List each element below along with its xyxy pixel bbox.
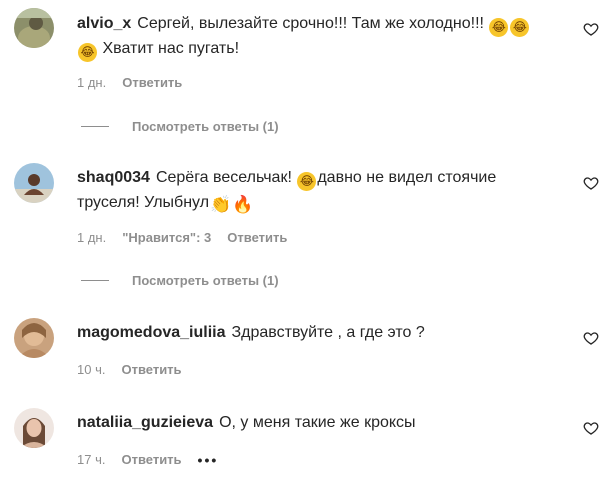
username[interactable]: magomedova_iuliia <box>77 324 226 341</box>
view-replies-button[interactable]: Посмотреть ответы (1) <box>81 119 279 134</box>
username[interactable]: shaq0034 <box>77 169 150 186</box>
comment-text: nataliia_guzieieva О, у меня такие же кро… <box>77 411 555 435</box>
timestamp: 1 дн. <box>77 230 107 245</box>
comment-meta: 10 ч. Ответить <box>77 362 198 378</box>
avatar-image <box>14 408 54 448</box>
view-replies-button[interactable]: Посмотреть ответы (1) <box>81 273 279 288</box>
divider <box>81 126 109 127</box>
more-options-icon[interactable]: ••• <box>198 452 219 468</box>
reply-button[interactable]: Ответить <box>121 452 181 468</box>
username[interactable]: alvio_x <box>77 15 131 32</box>
clapping-hands-emoji-icon: 👏 <box>210 195 232 214</box>
heart-icon[interactable] <box>583 175 599 191</box>
heart-icon[interactable] <box>583 21 599 37</box>
fire-emoji-icon: 🔥 <box>232 195 254 214</box>
timestamp: 17 ч. <box>77 452 106 467</box>
avatar-image <box>14 163 54 203</box>
timestamp: 1 дн. <box>77 75 107 90</box>
tears-of-joy-emoji-icon: 😂 <box>510 18 530 37</box>
timestamp: 10 ч. <box>77 362 106 377</box>
tears-of-joy-emoji-icon: 😂 <box>78 43 97 62</box>
comment-body: Здравствуйте , а где это ? <box>231 324 425 341</box>
avatar-image <box>14 318 54 358</box>
comment-text: magomedova_iuliia Здравствуйте , а где эт… <box>77 321 555 345</box>
comment-text: shaq0034 Серёга весельчак! 😂 давно не виде… <box>77 166 555 215</box>
tears-of-joy-emoji-icon: 😂 <box>297 172 317 191</box>
comment-body: Сергей, вылезайте срочно!!! Там же холод… <box>137 15 484 32</box>
comment-meta: 1 дн. Ответить <box>77 75 198 91</box>
divider <box>81 280 109 281</box>
heart-icon[interactable] <box>583 330 599 346</box>
reply-button[interactable]: Ответить <box>227 230 287 246</box>
avatar[interactable] <box>14 318 54 358</box>
avatar-image <box>14 8 54 48</box>
view-replies-label: Посмотреть ответы (1) <box>132 273 279 288</box>
avatar[interactable] <box>14 163 54 203</box>
comment-body: Серёга весельчак! <box>155 169 292 186</box>
tears-of-joy-emoji-icon: 😂 <box>489 18 509 37</box>
reply-button[interactable]: Ответить <box>122 75 182 91</box>
likes-count[interactable]: "Нравится": 3 <box>122 230 211 246</box>
avatar[interactable] <box>14 408 54 448</box>
comment-meta: 17 ч. Ответить ••• <box>77 452 234 468</box>
comment-meta: 1 дн. "Нравится": 3 Ответить <box>77 230 303 246</box>
avatar[interactable] <box>14 8 54 48</box>
reply-button[interactable]: Ответить <box>121 362 181 378</box>
comment-text: alvio_x Сергей, вылезайте срочно!!! Там ж… <box>77 12 555 62</box>
view-replies-label: Посмотреть ответы (1) <box>132 119 279 134</box>
comment-body: О, у меня такие же кроксы <box>219 414 416 431</box>
username[interactable]: nataliia_guzieieva <box>77 414 213 431</box>
comment-body-continued: Хватит нас пугать! <box>102 40 240 57</box>
heart-icon[interactable] <box>583 420 599 436</box>
